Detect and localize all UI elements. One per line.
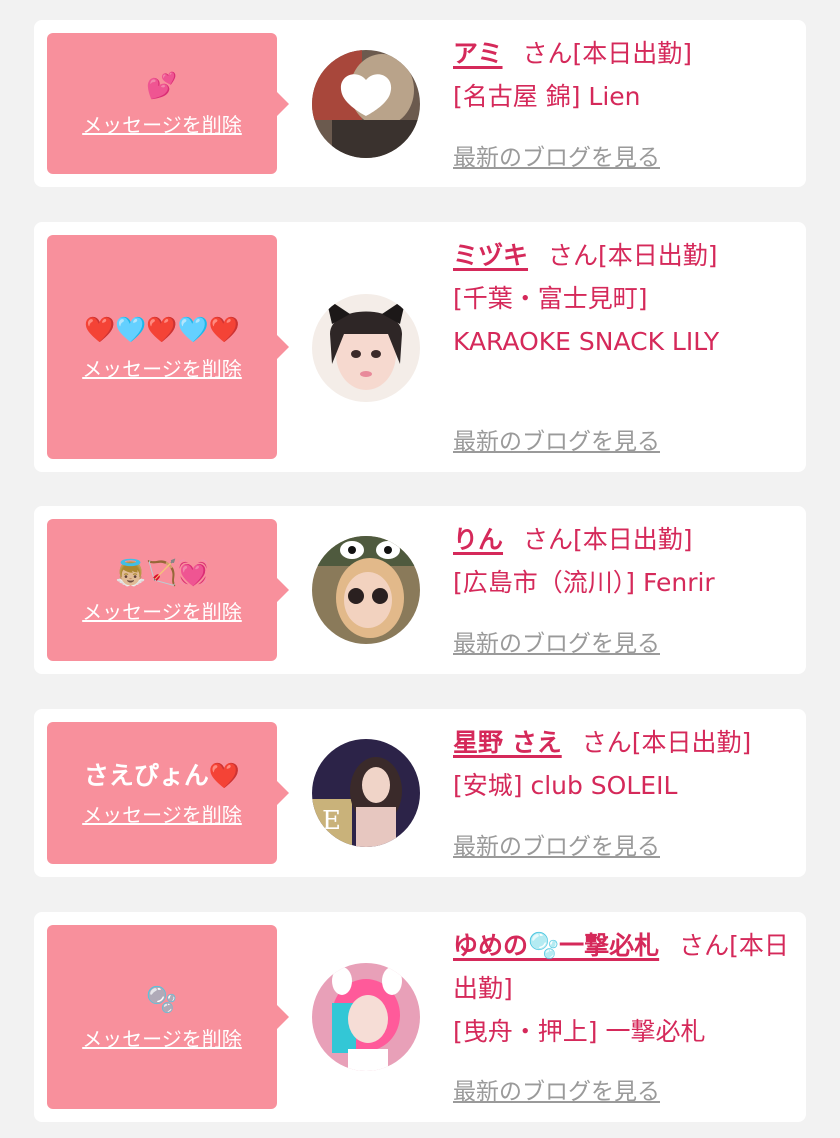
favorite-card: さえぴょん❤️ メッセージを削除 E 星野 さえ さん[本日出勤] [安城] cl…: [34, 709, 806, 877]
delete-message-link[interactable]: メッセージを削除: [82, 109, 242, 138]
view-latest-blog-link[interactable]: 最新のブログを見る: [453, 1072, 660, 1106]
favorite-card: 💕 メッセージを削除 アミ さん[本日出勤] [名古屋 錦] Lien 最新のブロ…: [34, 20, 806, 187]
cast-status: さん[本日出勤]: [548, 241, 718, 270]
message-bubble: ❤️🩵❤️🩵❤️ メッセージを削除: [47, 235, 289, 459]
avatar-photo: [312, 294, 420, 402]
shop-location: [曳舟・押上] 一撃必札: [453, 1017, 706, 1046]
avatar[interactable]: E: [312, 739, 420, 847]
delete-message-link[interactable]: メッセージを削除: [82, 596, 242, 625]
avatar[interactable]: [312, 50, 420, 158]
shop-location: [名古屋 錦] Lien: [453, 82, 641, 111]
shop-location: [広島市（流川）] Fenrir: [453, 568, 715, 597]
cast-info: りん さん[本日出勤] [広島市（流川）] Fenrir: [453, 518, 793, 604]
cast-name-link[interactable]: ミヅキ: [453, 241, 528, 270]
message-text: 💕: [146, 71, 178, 100]
cast-name-link[interactable]: りん: [453, 525, 503, 554]
avatar-photo: [312, 50, 420, 158]
avatar[interactable]: [312, 536, 420, 644]
message-bubble: 💕 メッセージを削除: [47, 33, 289, 174]
delete-message-link[interactable]: メッセージを削除: [82, 1023, 242, 1052]
cast-info: アミ さん[本日出勤] [名古屋 錦] Lien: [453, 32, 793, 118]
cast-status: さん[本日出勤]: [522, 39, 693, 68]
view-latest-blog-link[interactable]: 最新のブログを見る: [453, 827, 660, 861]
favorite-card: ❤️🩵❤️🩵❤️ メッセージを削除 ミヅキ さん[本日出勤] [千葉・富士見町] …: [34, 222, 806, 472]
cast-info: ゆめの🫧一撃必札 さん[本日出勤] [曳舟・押上] 一撃必札: [453, 924, 793, 1053]
avatar[interactable]: [312, 963, 420, 1071]
view-latest-blog-link[interactable]: 最新のブログを見る: [453, 422, 660, 456]
svg-text:E: E: [322, 806, 341, 836]
delete-message-link[interactable]: メッセージを削除: [82, 353, 242, 382]
message-text: 👼🏼🏹💓: [115, 557, 209, 587]
view-latest-blog-link[interactable]: 最新のブログを見る: [453, 624, 660, 658]
view-latest-blog-link[interactable]: 最新のブログを見る: [453, 138, 660, 172]
message-bubble: さえぴょん❤️ メッセージを削除: [47, 722, 289, 864]
avatar-photo: E: [312, 739, 420, 847]
delete-message-link[interactable]: メッセージを削除: [82, 799, 242, 828]
message-text: 🫧: [146, 984, 178, 1014]
avatar-photo: [312, 536, 420, 644]
cast-info: ミヅキ さん[本日出勤] [千葉・富士見町] KARAOKE SNACK LILY: [453, 234, 763, 363]
cast-name-link[interactable]: 星野 さえ: [453, 728, 562, 757]
favorite-card: 🫧 メッセージを削除 ゆめの🫧一撃必札 さん[本日出勤] [曳舟・押上] 一撃必札…: [34, 912, 806, 1122]
shop-location: [千葉・富士見町] KARAOKE SNACK LILY: [453, 284, 720, 356]
avatar-photo: [312, 963, 420, 1071]
shop-location: [安城] club SOLEIL: [453, 771, 678, 800]
favorite-card: 👼🏼🏹💓 メッセージを削除 りん さん[本日出勤] [広島市（流川）] Fenri…: [34, 506, 806, 674]
message-bubble: 🫧 メッセージを削除: [47, 925, 289, 1109]
cast-name-link[interactable]: アミ: [453, 39, 503, 68]
message-bubble: 👼🏼🏹💓 メッセージを削除: [47, 519, 289, 661]
cast-name-link[interactable]: ゆめの🫧一撃必札: [453, 931, 659, 960]
cast-info: 星野 さえ さん[本日出勤] [安城] club SOLEIL: [453, 721, 793, 807]
cast-status: さん[本日出勤]: [523, 525, 693, 554]
message-text: さえぴょん❤️: [83, 760, 241, 790]
message-text: ❤️🩵❤️🩵❤️: [84, 314, 240, 344]
avatar[interactable]: [312, 294, 420, 402]
cast-status: さん[本日出勤]: [581, 728, 752, 757]
